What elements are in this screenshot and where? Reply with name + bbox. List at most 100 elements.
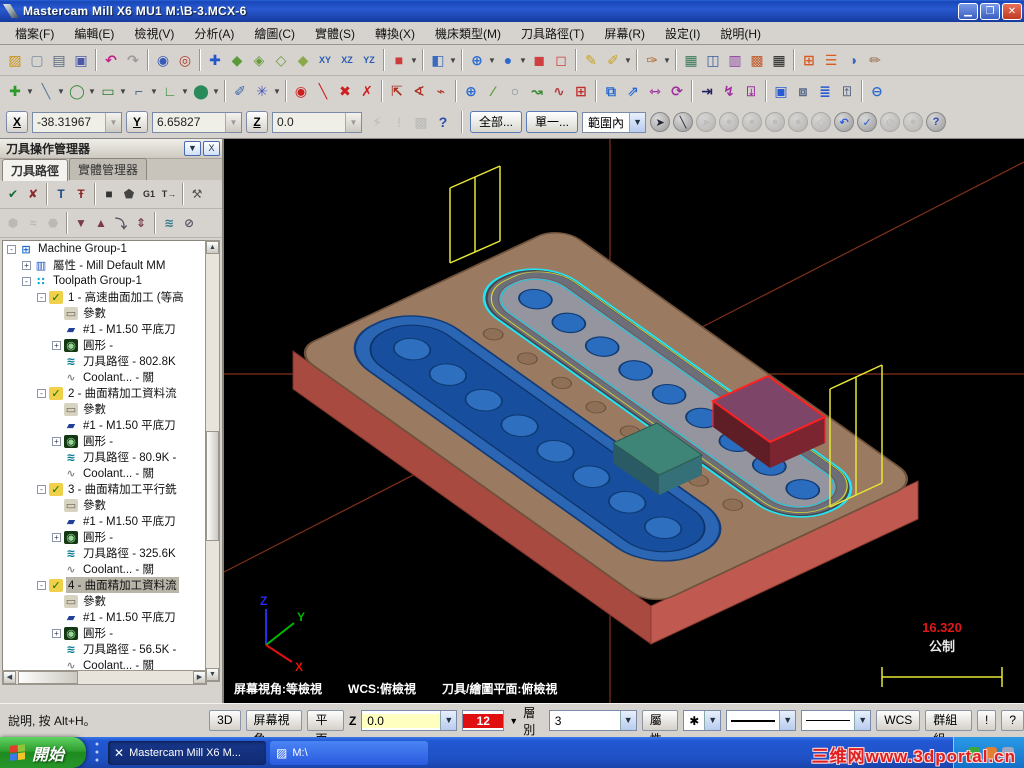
color-dropdown-icon[interactable]: ▼ bbox=[509, 716, 518, 726]
expand-icon[interactable]: + bbox=[52, 532, 61, 542]
rotate-xy-icon[interactable]: XY bbox=[314, 49, 336, 71]
attributes-button[interactable]: 屬性 bbox=[641, 710, 679, 746]
create-point-icon[interactable]: ✚ bbox=[4, 80, 26, 102]
move-up-icon[interactable]: ▲ bbox=[91, 213, 111, 233]
save-icon[interactable]: ▣ bbox=[70, 49, 92, 71]
status-help-button[interactable]: ? bbox=[1001, 710, 1024, 731]
sketch-trim-icon[interactable]: ✗ bbox=[356, 80, 378, 102]
collapse-icon[interactable]: - bbox=[37, 484, 46, 494]
select-ok-button[interactable]: ✓ bbox=[857, 112, 878, 132]
front-view-icon[interactable]: ◇ bbox=[270, 49, 292, 71]
panel-close-button[interactable]: X bbox=[203, 141, 220, 156]
insert-arrow-icon[interactable]: ⤵ bbox=[111, 213, 131, 233]
tree-item[interactable]: ▭ 參數 bbox=[3, 305, 206, 321]
scroll-left-icon[interactable]: ◀ bbox=[3, 671, 16, 684]
planes-cube-dropdown-icon[interactable]: ▼ bbox=[449, 49, 458, 71]
verify-icon[interactable]: ⬟ bbox=[119, 184, 139, 204]
feature-tool-icon[interactable]: ✑ bbox=[641, 49, 663, 71]
options-circle-icon[interactable]: ⊘ bbox=[179, 213, 199, 233]
select-hat-button[interactable]: ➤ bbox=[650, 112, 671, 132]
tree-item[interactable]: ∿ Coolant... - 關 bbox=[3, 465, 206, 481]
select-single-button[interactable]: 單一... bbox=[526, 111, 579, 133]
menu-刀具路徑T[interactable]: 刀具路徑(T) bbox=[512, 23, 593, 44]
select-none-button[interactable]: ⊘ bbox=[880, 112, 901, 132]
3d-mode-button[interactable]: 3D bbox=[209, 710, 241, 731]
z-depth-sphere-icon[interactable]: ● bbox=[497, 49, 519, 71]
analyze-circle-icon[interactable]: ○ bbox=[504, 80, 526, 102]
range-dropdown-icon[interactable]: ▼ bbox=[629, 112, 646, 132]
zoom-out-icon[interactable]: ◎ bbox=[174, 49, 196, 71]
attributes-multi-icon[interactable]: ✐ bbox=[602, 49, 624, 71]
start-button[interactable]: 開始 bbox=[0, 737, 87, 768]
tree-item[interactable]: - ∷ Toolpath Group-1 bbox=[3, 273, 206, 289]
select-all-button[interactable]: 全部... bbox=[470, 111, 523, 133]
tree-item[interactable]: ≋ 刀具路徑 - 80.9K - bbox=[3, 449, 206, 465]
tree-item[interactable]: + ◉ 圓形 - bbox=[3, 433, 206, 449]
iso-view-icon[interactable]: ◈ bbox=[248, 49, 270, 71]
xform-drag-icon[interactable]: ⍗ bbox=[740, 80, 762, 102]
menu-檢視V[interactable]: 檢視(V) bbox=[125, 23, 183, 44]
menu-分析A[interactable]: 分析(A) bbox=[185, 23, 243, 44]
analyze-grid-icon[interactable]: ⊞ bbox=[570, 80, 592, 102]
scroll-right-icon[interactable]: ▶ bbox=[193, 671, 206, 684]
print-icon[interactable]: ▤ bbox=[48, 49, 70, 71]
tree-item[interactable]: - ⊞ Machine Group-1 bbox=[3, 241, 206, 257]
collapse-icon[interactable]: - bbox=[37, 292, 46, 302]
tree-item[interactable]: + ◉ 圓形 - bbox=[3, 625, 206, 641]
snap-settings-icon[interactable]: ✳ bbox=[251, 80, 273, 102]
y-dropdown-icon[interactable]: ▼ bbox=[225, 112, 241, 132]
regen-dirty-icon[interactable]: Ŧ bbox=[71, 184, 91, 204]
xform-copy-icon[interactable]: ⇗ bbox=[622, 80, 644, 102]
collapse-icon[interactable]: - bbox=[22, 276, 31, 286]
create-rectangle-dropdown-icon[interactable]: ▼ bbox=[119, 80, 128, 102]
color-swatch[interactable]: 12 bbox=[462, 710, 505, 731]
rotate-xz-icon[interactable]: XZ bbox=[336, 49, 358, 71]
menu-繪圖C[interactable]: 繪圖(C) bbox=[245, 23, 304, 44]
circle-half-icon[interactable]: ⊖ bbox=[866, 80, 888, 102]
analyze-chain-icon[interactable]: ⌁ bbox=[430, 80, 452, 102]
create-arc-icon[interactable]: ◯ bbox=[66, 80, 88, 102]
graphics-viewport[interactable]: Z Y X 屏幕視角:等檢視 WCS:俯檢視 刀具/繪圖平面:俯檢視 16.32… bbox=[224, 139, 1024, 703]
analyze-point-icon[interactable]: ⁄ bbox=[482, 80, 504, 102]
point-style-combo[interactable]: ✱ ▼ bbox=[683, 710, 722, 731]
config-box-icon[interactable]: ▩ bbox=[410, 111, 432, 133]
tree-item[interactable]: ∿ Coolant... - 關 bbox=[3, 369, 206, 385]
tree-item[interactable]: ▰ #1 - M1.50 平底刀 bbox=[3, 321, 206, 337]
point-style-dropdown-icon[interactable]: ▼ bbox=[704, 711, 721, 730]
select-cube-button[interactable]: ◇ bbox=[811, 112, 832, 132]
xform-translate-icon[interactable]: ⧉ bbox=[600, 80, 622, 102]
line-width-combo[interactable]: ▼ bbox=[801, 710, 872, 731]
taskbar-item[interactable]: ✕ Mastercam Mill X6 M... bbox=[108, 740, 267, 765]
attributes-pencil-icon[interactable]: ✎ bbox=[580, 49, 602, 71]
level-dropdown-icon[interactable]: ▼ bbox=[619, 711, 636, 730]
select-help-button[interactable]: ? bbox=[926, 112, 947, 132]
plane-button[interactable]: 平面 bbox=[307, 710, 344, 746]
menu-轉換X[interactable]: 轉換(X) bbox=[366, 23, 424, 44]
select-arrow-button[interactable]: ➤ bbox=[696, 112, 717, 132]
tree-horizontal-scrollbar[interactable]: ◀ ▶ bbox=[2, 670, 207, 685]
tile-windows-icon[interactable]: ▩ bbox=[746, 49, 768, 71]
groups-button[interactable]: 群組組 bbox=[925, 710, 972, 746]
create-fillet-icon[interactable]: ⌐ bbox=[128, 80, 150, 102]
snap-settings-dropdown-icon[interactable]: ▼ bbox=[273, 80, 282, 102]
select-undo-button[interactable]: ↶ bbox=[834, 112, 855, 132]
tree-item[interactable]: ▰ #1 - M1.50 平底刀 bbox=[3, 417, 206, 433]
select-c2-button[interactable]: ● bbox=[742, 112, 763, 132]
expand-icon[interactable]: + bbox=[52, 436, 61, 446]
xform-offset-icon[interactable]: ⇥ bbox=[696, 80, 718, 102]
tree-item[interactable]: - ✓ 3 - 曲面精加工平行銑 bbox=[3, 481, 206, 497]
zoom-window-icon[interactable]: ◉ bbox=[152, 49, 174, 71]
xform-mirror-icon[interactable]: ⇿ bbox=[644, 80, 666, 102]
copy-screen-icon[interactable]: ◫ bbox=[702, 49, 724, 71]
x-coord-field[interactable]: -38.31967 ▼ bbox=[32, 111, 122, 133]
grid-settings-icon[interactable]: ▦ bbox=[680, 49, 702, 71]
analyze-contour-icon[interactable]: ↝ bbox=[526, 80, 548, 102]
select-all-ops-icon[interactable]: ✔ bbox=[3, 184, 23, 204]
tree-item[interactable]: + ▥ 屬性 - Mill Default MM bbox=[3, 257, 206, 273]
level-combo[interactable]: 3 ▼ bbox=[548, 710, 637, 731]
xform-rotate-icon[interactable]: ⟳ bbox=[666, 80, 688, 102]
blank-entity-icon[interactable]: ✏ bbox=[864, 49, 886, 71]
z-coord-button[interactable]: Z bbox=[246, 111, 268, 133]
range-combo[interactable]: 範圍內 ▼ bbox=[582, 111, 647, 133]
line-style-button[interactable]: ╲ bbox=[673, 112, 694, 132]
